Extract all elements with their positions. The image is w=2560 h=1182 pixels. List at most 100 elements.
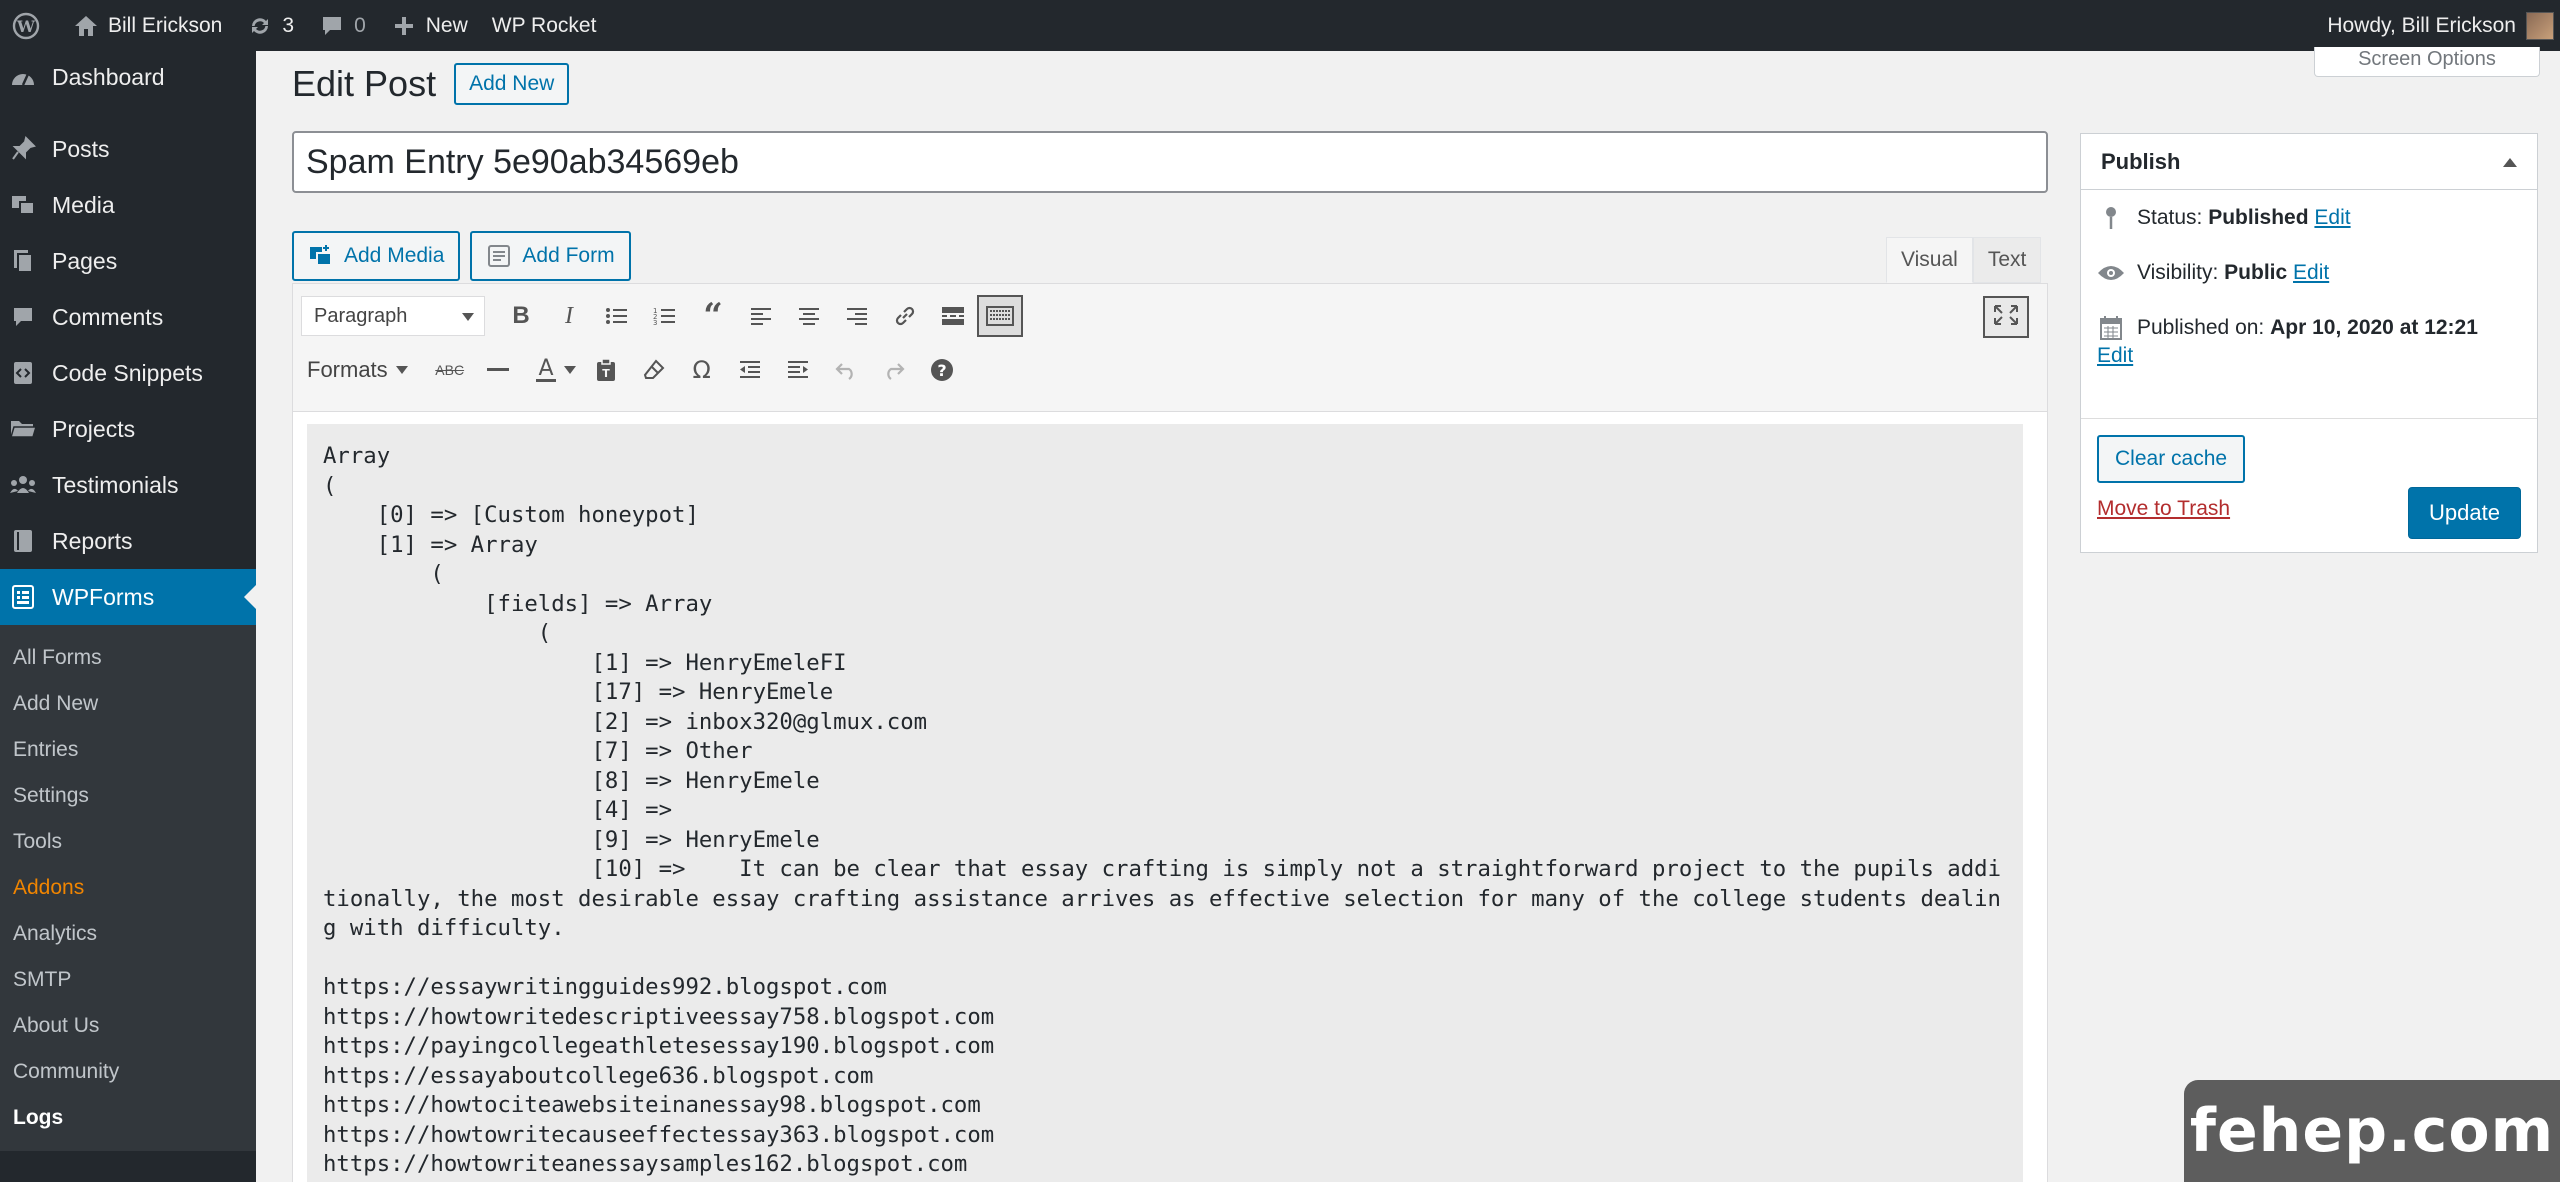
collapse-arrow-icon[interactable] <box>2503 158 2517 167</box>
menu-item-wpforms[interactable]: WPForms <box>0 569 256 625</box>
post-title-input[interactable]: Spam Entry 5e90ab34569eb <box>292 131 2048 193</box>
formats-dropdown[interactable]: Formats <box>301 357 414 383</box>
add-media-icon <box>308 243 334 269</box>
blockquote-icon[interactable]: “ <box>689 295 737 337</box>
submenu-add-new[interactable]: Add New <box>0 681 256 727</box>
clear-cache-button[interactable]: Clear cache <box>2097 435 2246 483</box>
outdent-icon[interactable] <box>726 349 774 391</box>
my-account-menu[interactable]: Howdy, Bill Erickson <box>2327 0 2560 51</box>
numbered-list-icon[interactable]: 123 <box>641 295 689 337</box>
menu-item-posts[interactable]: Posts <box>0 121 256 177</box>
submenu-smtp[interactable]: SMTP <box>0 957 256 1003</box>
pin-icon <box>2097 204 2125 232</box>
redo-icon[interactable] <box>870 349 918 391</box>
add-media-button[interactable]: Add Media <box>292 231 461 281</box>
edit-status-link[interactable]: Edit <box>2314 206 2350 229</box>
bold-icon[interactable]: B <box>497 295 545 337</box>
page-heading: Edit Post Add New <box>292 63 570 105</box>
toolbar-row-2: Formats ABC A T Ω ? <box>301 346 966 394</box>
svg-text:A: A <box>538 356 553 381</box>
submenu-settings[interactable]: Settings <box>0 773 256 819</box>
submenu-tools[interactable]: Tools <box>0 819 256 865</box>
strikethrough-icon[interactable]: ABC <box>426 349 474 391</box>
editor-content-area[interactable]: Array ( [0] => [Custom honeypot] [1] => … <box>307 424 2023 1182</box>
site-name: Bill Erickson <box>108 13 223 37</box>
submenu-logs[interactable]: Logs <box>0 1095 256 1141</box>
wordpress-logo-menu[interactable]: W <box>0 0 60 51</box>
menu-item-dashboard[interactable]: Dashboard <box>0 51 256 103</box>
menu-item-reports[interactable]: Reports <box>0 513 256 569</box>
updates-icon <box>246 12 274 40</box>
menu-item-label: Media <box>52 191 115 218</box>
visibility-label: Visibility: <box>2137 261 2219 284</box>
wp-rocket-menu[interactable]: WP Rocket <box>480 0 609 51</box>
updates-menu[interactable]: 3 <box>234 0 306 51</box>
add-new-button[interactable]: Add New <box>454 63 570 105</box>
submenu-analytics[interactable]: Analytics <box>0 911 256 957</box>
comments-menu[interactable]: 0 <box>306 0 378 51</box>
menu-item-testimonials[interactable]: Testimonials <box>0 457 256 513</box>
bullet-list-icon[interactable] <box>593 295 641 337</box>
special-character-icon[interactable]: Ω <box>678 349 726 391</box>
svg-text:3: 3 <box>653 319 657 326</box>
menu-item-projects[interactable]: Projects <box>0 401 256 457</box>
menu-item-comments[interactable]: Comments <box>0 289 256 345</box>
comment-bubble-icon <box>318 12 346 40</box>
eye-icon <box>2097 259 2125 287</box>
publish-box-header[interactable]: Publish <box>2081 134 2537 190</box>
text-color-icon[interactable]: A <box>522 349 570 391</box>
edit-visibility-link[interactable]: Edit <box>2293 261 2329 284</box>
clear-formatting-icon[interactable] <box>630 349 678 391</box>
read-more-icon[interactable] <box>929 295 977 337</box>
link-icon[interactable] <box>881 295 929 337</box>
updates-count: 3 <box>282 13 295 37</box>
submenu-about-us[interactable]: About Us <box>0 1003 256 1049</box>
format-select[interactable]: Paragraph <box>301 296 485 336</box>
editor-toolbar: Paragraph B I 123 “ Formats ABC A T Ω ? <box>293 284 2047 412</box>
menu-item-label: Posts <box>52 135 110 162</box>
submenu-community[interactable]: Community <box>0 1049 256 1095</box>
menu-item-label: Code Snippets <box>52 359 203 386</box>
tab-visual[interactable]: Visual <box>1886 237 1973 283</box>
indent-icon[interactable] <box>774 349 822 391</box>
status-value: Published <box>2208 206 2309 229</box>
svg-text:?: ? <box>937 361 946 380</box>
screen-options-button[interactable]: Screen Options <box>2314 47 2540 77</box>
horizontal-line-icon[interactable] <box>474 349 522 391</box>
code-icon <box>8 358 38 388</box>
add-form-button[interactable]: Add Form <box>470 231 631 281</box>
update-button[interactable]: Update <box>2408 487 2521 539</box>
submenu-entries[interactable]: Entries <box>0 727 256 773</box>
menu-item-pages[interactable]: Pages <box>0 233 256 289</box>
submenu-addons[interactable]: Addons <box>0 865 256 911</box>
status-label: Status: <box>2137 206 2203 229</box>
toolbar-toggle-icon[interactable] <box>977 295 1023 337</box>
form-icon <box>486 243 512 269</box>
align-left-icon[interactable] <box>737 295 785 337</box>
italic-icon[interactable]: I <box>545 295 593 337</box>
visibility-row: Visibility: Public Edit <box>2097 259 2521 287</box>
help-icon[interactable]: ? <box>918 349 966 391</box>
move-to-trash-link[interactable]: Move to Trash <box>2097 497 2230 521</box>
text-color-chevron-icon[interactable] <box>563 366 576 374</box>
align-center-icon[interactable] <box>785 295 833 337</box>
pages-icon <box>8 246 38 276</box>
new-content-menu[interactable]: New <box>378 0 480 51</box>
align-right-icon[interactable] <box>833 295 881 337</box>
tab-text[interactable]: Text <box>1972 237 2042 283</box>
menu-item-label: Projects <box>52 415 136 442</box>
edit-date-link[interactable]: Edit <box>2097 344 2133 367</box>
fullscreen-button[interactable] <box>1983 296 2029 338</box>
wp-rocket-label: WP Rocket <box>491 13 597 37</box>
menu-item-media[interactable]: Media <box>0 177 256 233</box>
groups-icon <box>8 470 38 500</box>
undo-icon[interactable] <box>822 349 870 391</box>
svg-text:W: W <box>16 17 36 36</box>
wpforms-icon <box>8 582 38 612</box>
submenu-all-forms[interactable]: All Forms <box>0 635 256 681</box>
site-name-menu[interactable]: Bill Erickson <box>60 0 234 51</box>
menu-item-code-snippets[interactable]: Code Snippets <box>0 345 256 401</box>
wordpress-logo-icon: W <box>12 12 40 40</box>
menu-item-label: WPForms <box>52 583 155 610</box>
paste-as-text-icon[interactable]: T <box>582 349 630 391</box>
